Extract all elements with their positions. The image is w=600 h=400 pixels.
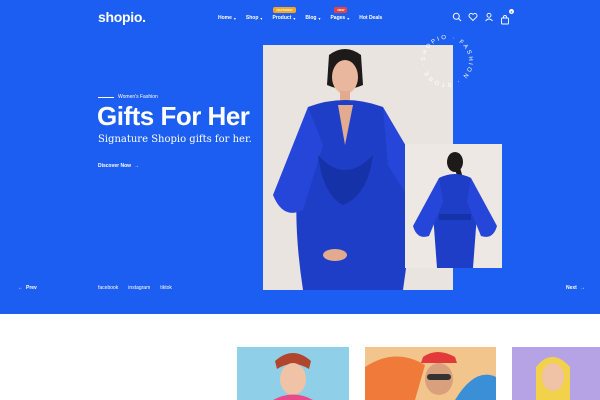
arrow-right-icon: → (579, 285, 585, 291)
chevron-down-icon: ▾ (233, 15, 236, 21)
cart-button[interactable]: 0 (500, 9, 514, 25)
hero-subtitle: Signature Shopio gifts for her. (98, 134, 252, 145)
prev-label: Prev (26, 285, 37, 291)
cart-count-badge: 0 (509, 9, 514, 14)
main-nav: Home ▾ Shop ▾ FEATURED Product ▾ Blog ▾ NEW … (218, 7, 392, 21)
arrow-right-icon: → (134, 163, 140, 169)
category-card[interactable] (237, 347, 349, 400)
model-back-illustration (405, 144, 502, 268)
nav-label: Hot Deals (359, 15, 383, 21)
chevron-down-icon: ▾ (293, 15, 296, 21)
nav-label: Pages (330, 15, 346, 21)
logo[interactable]: shopio. (98, 9, 146, 25)
hero-section: shopio. Home ▾ Shop ▾ FEATURED Product ▾ Bl… (0, 0, 600, 314)
heart-icon[interactable] (468, 12, 478, 22)
category-image (512, 347, 600, 400)
social-link-instagram[interactable]: instagram (128, 285, 150, 291)
slider-prev-button[interactable]: ← Prev (18, 285, 37, 291)
social-link-facebook[interactable]: facebook (98, 285, 118, 291)
social-links: facebook instagram tiktok (98, 285, 172, 291)
badge-text: SHOPIO · FASHION · STORE · (421, 35, 471, 87)
user-icon[interactable] (484, 12, 494, 22)
new-badge: NEW (334, 7, 348, 13)
hero-title: Gifts For Her (97, 101, 250, 131)
nav-label: Blog (305, 15, 317, 21)
nav-item-pages[interactable]: NEW Pages ▾ (330, 7, 350, 21)
nav-label: Product (272, 15, 292, 21)
category-image (365, 347, 496, 400)
nav-label: Home (218, 15, 232, 21)
nav-item-product[interactable]: FEATURED Product ▾ (272, 7, 296, 21)
chevron-down-icon: ▾ (347, 15, 350, 21)
social-link-tiktok[interactable]: tiktok (160, 285, 172, 291)
category-card[interactable] (365, 347, 496, 400)
next-label: Next (566, 285, 577, 291)
discover-now-link[interactable]: Discover Now → (98, 163, 139, 169)
fashion-store-badge: SHOPIO · FASHION · STORE · (421, 35, 473, 87)
eyebrow-label: Women's Fashion (118, 94, 158, 100)
eyebrow-line (98, 96, 114, 98)
nav-item-shop[interactable]: Shop ▾ (246, 15, 263, 21)
hero-secondary-image (405, 144, 502, 268)
chevron-down-icon: ▾ (260, 15, 263, 21)
nav-item-home[interactable]: Home ▾ (218, 15, 236, 21)
slider-next-button[interactable]: Next → (566, 285, 585, 291)
hero-eyebrow: Women's Fashion (98, 94, 158, 100)
category-image (237, 347, 349, 400)
chevron-down-icon: ▾ (318, 15, 321, 21)
header-icons: 0 (452, 9, 514, 25)
search-icon[interactable] (452, 12, 462, 22)
discover-label: Discover Now (98, 163, 132, 169)
svg-text:SHOPIO · FASHION · STORE ·: SHOPIO · FASHION · STORE · (421, 35, 473, 87)
nav-label: Shop (245, 15, 259, 21)
category-card[interactable] (512, 347, 600, 400)
featured-badge: FEATURED (273, 7, 296, 13)
nav-item-blog[interactable]: Blog ▾ (305, 15, 320, 21)
nav-item-hot-deals[interactable]: Hot Deals (359, 15, 382, 21)
cart-icon (501, 15, 509, 25)
arrow-left-icon: ← (18, 285, 23, 291)
